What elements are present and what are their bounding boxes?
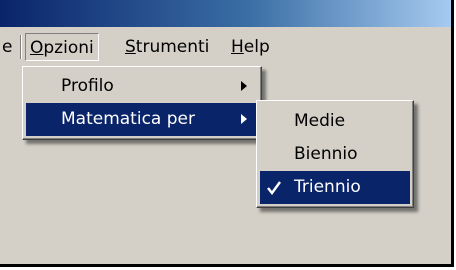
menubar-item-opzioni-label: pzioni bbox=[43, 38, 94, 58]
submenu-arrow-icon bbox=[241, 114, 247, 124]
menu-bar: e Opzioni Strumenti Help bbox=[0, 27, 451, 67]
menubar-item-strumenti-label: trumenti bbox=[135, 37, 210, 57]
menubar-separator-highlight bbox=[21, 35, 22, 59]
menubar-item-partial[interactable]: e bbox=[2, 33, 12, 61]
menu-item-matematica-per[interactable]: Matematica per bbox=[26, 103, 258, 136]
submenu-item-triennio-label: Triennio bbox=[294, 177, 361, 197]
menubar-item-opzioni[interactable]: Opzioni bbox=[25, 33, 99, 61]
menubar-item-opzioni-mnemonic: O bbox=[30, 38, 44, 58]
menubar-item-help[interactable]: Help bbox=[231, 33, 270, 61]
matematica-per-submenu: Medie Biennio Triennio bbox=[256, 100, 414, 208]
menubar-item-help-label: elp bbox=[243, 37, 270, 57]
menubar-item-strumenti[interactable]: Strumenti bbox=[125, 33, 209, 61]
submenu-arrow-icon bbox=[241, 81, 247, 91]
submenu-item-triennio[interactable]: Triennio bbox=[260, 171, 410, 204]
opzioni-menu: Profilo Matematica per bbox=[22, 66, 262, 140]
menu-item-profilo[interactable]: Profilo bbox=[26, 70, 258, 103]
app-window: e Opzioni Strumenti Help Profilo Matemat… bbox=[0, 0, 454, 267]
checkmark-icon bbox=[267, 181, 281, 195]
title-bar bbox=[0, 0, 451, 27]
submenu-item-medie-label: Medie bbox=[294, 111, 346, 131]
menubar-item-help-mnemonic: H bbox=[231, 37, 244, 57]
submenu-item-biennio[interactable]: Biennio bbox=[260, 138, 410, 171]
menu-item-matematica-per-label: Matematica per bbox=[61, 109, 195, 129]
submenu-item-biennio-label: Biennio bbox=[294, 144, 358, 164]
menubar-item-strumenti-mnemonic: S bbox=[125, 37, 136, 57]
submenu-item-medie[interactable]: Medie bbox=[260, 105, 410, 138]
menu-item-profilo-label: Profilo bbox=[61, 76, 114, 96]
